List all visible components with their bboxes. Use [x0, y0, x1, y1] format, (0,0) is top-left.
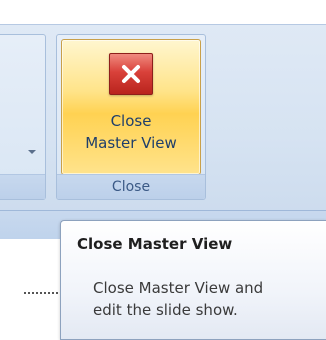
tooltip-description-line1: Close Master View and	[93, 279, 264, 297]
close-ribbon-group: Close Master View Close	[56, 34, 206, 200]
tooltip-description: Close Master View and edit the slide sho…	[93, 277, 323, 321]
slide-placeholder-dotted-line	[24, 292, 58, 294]
tooltip-description-line2: edit the slide show.	[93, 301, 238, 319]
close-x-icon	[109, 53, 153, 95]
previous-group-label-strip	[0, 174, 45, 199]
close-group-label: Close	[57, 174, 205, 199]
close-master-view-button[interactable]: Close Master View	[61, 39, 201, 175]
window-top-band	[0, 0, 326, 24]
tooltip-title: Close Master View	[77, 235, 233, 253]
chevron-down-icon[interactable]	[28, 150, 36, 154]
close-label-line2: Master View	[85, 134, 177, 152]
close-label-line1: Close	[110, 112, 152, 130]
close-x-glyph	[122, 65, 140, 83]
previous-ribbon-group	[0, 34, 46, 200]
close-master-view-label: Close Master View	[62, 110, 200, 154]
tooltip-close-master-view: Close Master View Close Master View and …	[60, 220, 326, 340]
